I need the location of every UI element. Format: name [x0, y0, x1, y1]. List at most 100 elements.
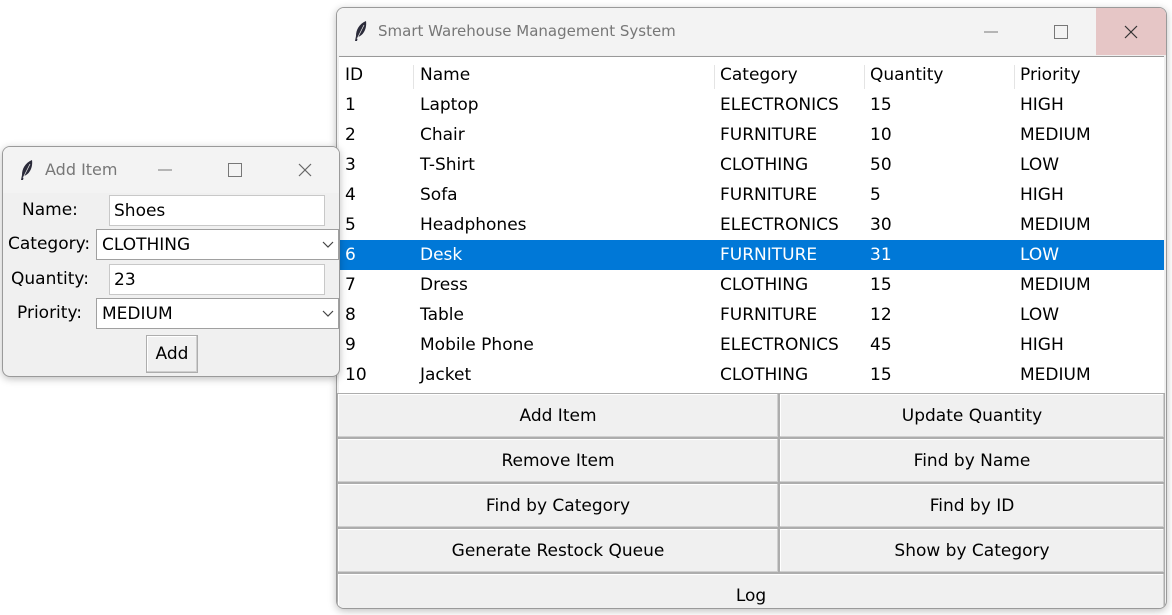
- cell-priority: LOW: [1020, 245, 1060, 265]
- cell-quantity: 12: [870, 305, 892, 325]
- chevron-down-icon[interactable]: [322, 230, 334, 259]
- chevron-down-icon[interactable]: [322, 299, 334, 328]
- name-field[interactable]: Shoes: [109, 195, 325, 226]
- table-row[interactable]: 4 Sofa FURNITURE 5 HIGH: [339, 180, 1164, 210]
- feather-icon: [353, 20, 369, 46]
- add-item-button[interactable]: Add Item: [337, 393, 779, 438]
- inventory-table[interactable]: ID Name Category Quantity Priority 1 Lapt…: [339, 56, 1164, 395]
- cell-id: 10: [345, 365, 367, 385]
- cell-category: FURNITURE: [720, 125, 818, 145]
- priority-select[interactable]: MEDIUM: [96, 298, 339, 329]
- cell-name: Jacket: [420, 365, 472, 385]
- cell-category: CLOTHING: [720, 275, 809, 295]
- cell-id: 2: [345, 125, 356, 145]
- feather-icon: [19, 159, 35, 185]
- cell-name: Laptop: [420, 95, 479, 115]
- cell-category: FURNITURE: [720, 305, 818, 325]
- cell-category: CLOTHING: [720, 365, 809, 385]
- category-label: Category:: [8, 234, 91, 254]
- cell-category: ELECTRONICS: [720, 95, 839, 115]
- column-header-priority[interactable]: Priority: [1014, 60, 1164, 90]
- minimize-icon[interactable]: [967, 8, 1015, 55]
- cell-priority: LOW: [1020, 305, 1060, 325]
- add-item-window: Add Item Name: Shoes Category: CLOTHING …: [2, 146, 340, 377]
- table-header: ID Name Category Quantity Priority: [339, 60, 1164, 90]
- cell-id: 9: [345, 335, 356, 355]
- cell-category: FURNITURE: [720, 185, 818, 205]
- cell-id: 7: [345, 275, 356, 295]
- add-item-window-title: Add Item: [45, 160, 118, 179]
- cell-id: 6: [345, 245, 356, 265]
- cell-quantity: 50: [870, 155, 892, 175]
- add-button[interactable]: Add: [146, 335, 198, 373]
- priority-label: Priority:: [17, 303, 82, 323]
- name-label: Name:: [22, 200, 78, 220]
- add-item-titlebar[interactable]: Add Item: [3, 147, 339, 193]
- cell-priority: HIGH: [1020, 335, 1064, 355]
- remove-item-button[interactable]: Remove Item: [337, 438, 779, 483]
- table-row[interactable]: 10 Jacket CLOTHING 15 MEDIUM: [339, 360, 1164, 390]
- cell-id: 8: [345, 305, 356, 325]
- cell-quantity: 10: [870, 125, 892, 145]
- cell-quantity: 15: [870, 275, 892, 295]
- cell-priority: MEDIUM: [1020, 365, 1091, 385]
- table-row[interactable]: 2 Chair FURNITURE 10 MEDIUM: [339, 120, 1164, 150]
- main-window: Smart Warehouse Management System ID Nam…: [336, 7, 1167, 609]
- table-row[interactable]: 7 Dress CLOTHING 15 MEDIUM: [339, 270, 1164, 300]
- table-row[interactable]: 1 Laptop ELECTRONICS 15 HIGH: [339, 90, 1164, 120]
- main-titlebar[interactable]: Smart Warehouse Management System: [337, 8, 1166, 55]
- table-row[interactable]: 9 Mobile Phone ELECTRONICS 45 HIGH: [339, 330, 1164, 360]
- quantity-field[interactable]: 23: [109, 264, 325, 295]
- cell-category: FURNITURE: [720, 245, 818, 265]
- cell-id: 1: [345, 95, 356, 115]
- table-row[interactable]: 8 Table FURNITURE 12 LOW: [339, 300, 1164, 330]
- cell-name: T-Shirt: [420, 155, 475, 175]
- cell-quantity: 15: [870, 95, 892, 115]
- cell-name: Dress: [420, 275, 468, 295]
- table-row[interactable]: 6 Desk FURNITURE 31 LOW: [339, 240, 1164, 270]
- cell-name: Desk: [420, 245, 463, 265]
- column-header-category[interactable]: Category: [714, 60, 864, 90]
- show-by-category-button[interactable]: Show by Category: [779, 528, 1165, 573]
- close-icon[interactable]: [283, 147, 327, 193]
- category-select[interactable]: CLOTHING: [96, 229, 339, 260]
- cell-quantity: 30: [870, 215, 892, 235]
- find-by-id-button[interactable]: Find by ID: [779, 483, 1165, 528]
- category-select-value: CLOTHING: [102, 235, 191, 255]
- find-by-name-button[interactable]: Find by Name: [779, 438, 1165, 483]
- cell-priority: HIGH: [1020, 185, 1064, 205]
- cell-priority: HIGH: [1020, 95, 1064, 115]
- cell-name: Table: [420, 305, 464, 325]
- cell-name: Chair: [420, 125, 465, 145]
- cell-quantity: 45: [870, 335, 892, 355]
- priority-select-value: MEDIUM: [102, 304, 173, 324]
- quantity-label: Quantity:: [11, 269, 89, 289]
- cell-name: Headphones: [420, 215, 527, 235]
- main-window-title: Smart Warehouse Management System: [378, 22, 676, 40]
- cell-name: Sofa: [420, 185, 458, 205]
- cell-quantity: 15: [870, 365, 892, 385]
- maximize-icon[interactable]: [213, 147, 257, 193]
- cell-name: Mobile Phone: [420, 335, 534, 355]
- cell-id: 5: [345, 215, 356, 235]
- column-header-name[interactable]: Name: [414, 60, 714, 90]
- update-quantity-button[interactable]: Update Quantity: [779, 393, 1165, 438]
- cell-id: 4: [345, 185, 356, 205]
- cell-priority: MEDIUM: [1020, 275, 1091, 295]
- log-button[interactable]: Log: [337, 573, 1165, 608]
- cell-category: CLOTHING: [720, 155, 809, 175]
- cell-priority: LOW: [1020, 155, 1060, 175]
- cell-priority: MEDIUM: [1020, 125, 1091, 145]
- close-icon[interactable]: [1096, 8, 1166, 55]
- column-header-quantity[interactable]: Quantity: [864, 60, 1014, 90]
- find-by-category-button[interactable]: Find by Category: [337, 483, 779, 528]
- cell-category: ELECTRONICS: [720, 335, 839, 355]
- minimize-icon[interactable]: [143, 147, 187, 193]
- table-row[interactable]: 5 Headphones ELECTRONICS 30 MEDIUM: [339, 210, 1164, 240]
- cell-id: 3: [345, 155, 356, 175]
- maximize-icon[interactable]: [1037, 8, 1085, 55]
- generate-restock-queue-button[interactable]: Generate Restock Queue: [337, 528, 779, 573]
- cell-priority: MEDIUM: [1020, 215, 1091, 235]
- column-header-id[interactable]: ID: [339, 60, 413, 90]
- table-row[interactable]: 3 T-Shirt CLOTHING 50 LOW: [339, 150, 1164, 180]
